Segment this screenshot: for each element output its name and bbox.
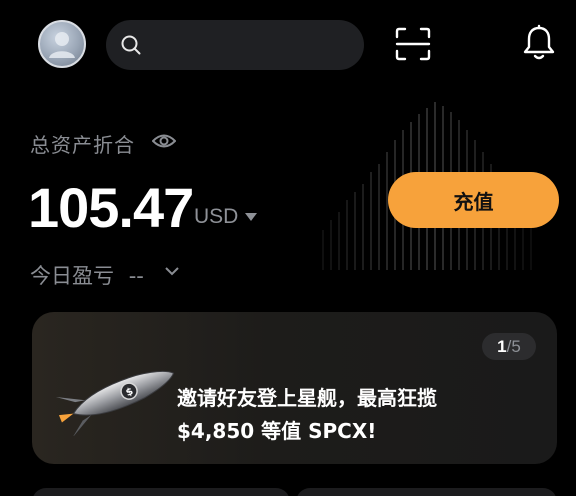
bell-icon[interactable] <box>522 24 556 62</box>
today-pnl-value: -- <box>128 264 144 288</box>
search-icon <box>121 35 141 55</box>
user-avatar-icon <box>49 32 75 58</box>
banner-title: 邀请好友登上星舰，最高狂揽 <box>177 386 437 410</box>
today-pnl[interactable]: 今日盈亏 -- <box>30 260 144 290</box>
pager-total: /5 <box>506 336 521 356</box>
pager-current: 1 <box>497 336 507 356</box>
banner-subtitle: $4,850 等值 SPCX! <box>177 419 377 443</box>
currency-selector[interactable]: USD <box>194 205 238 229</box>
search-bar[interactable] <box>106 20 364 70</box>
deposit-button[interactable]: 充值 <box>388 172 559 228</box>
chevron-down-icon[interactable] <box>165 266 179 276</box>
eye-icon[interactable] <box>152 131 176 151</box>
caret-down-icon[interactable] <box>245 213 257 222</box>
total-balance: 105.47 <box>28 176 194 239</box>
bottom-card[interactable] <box>296 488 557 496</box>
avatar[interactable] <box>38 20 86 68</box>
today-pnl-label: 今日盈亏 <box>30 264 114 288</box>
search-input[interactable] <box>150 20 350 70</box>
total-assets-label: 总资产折合 <box>30 133 135 157</box>
banner-pager: 1 /5 <box>482 333 536 360</box>
rocket-icon: $ <box>55 370 175 436</box>
bottom-card[interactable] <box>32 488 290 496</box>
scan-icon[interactable] <box>395 27 431 61</box>
